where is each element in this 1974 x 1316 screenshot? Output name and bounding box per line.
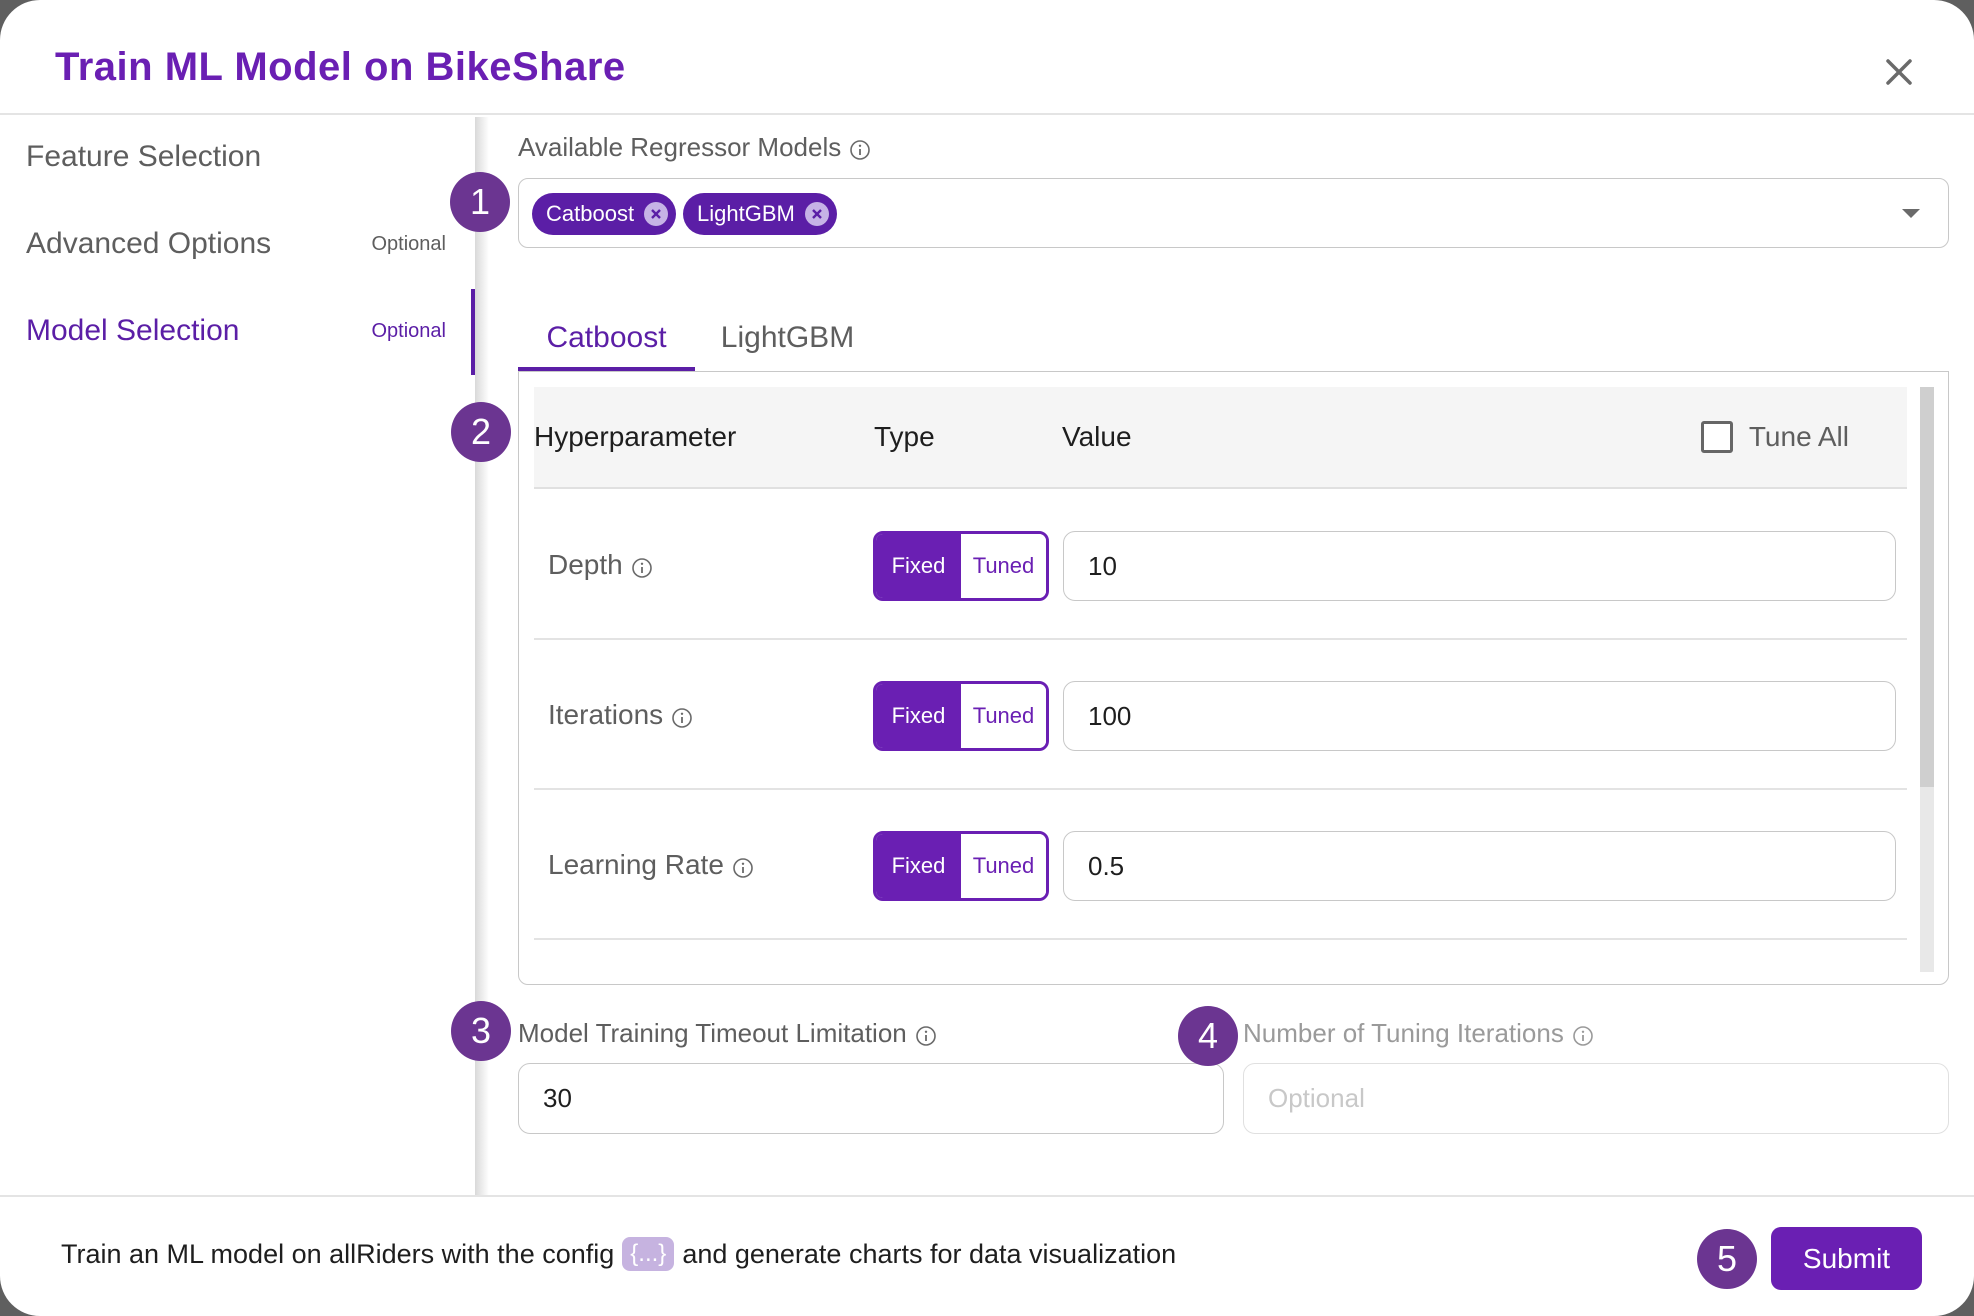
dialog-title: Train ML Model on BikeShare xyxy=(55,45,626,89)
tab-lightgbm[interactable]: LightGBM xyxy=(705,305,870,371)
tuned-option[interactable]: Tuned xyxy=(961,534,1046,598)
fixed-option[interactable]: Fixed xyxy=(876,534,961,598)
param-name: Learning Rate xyxy=(548,849,724,880)
type-toggle: Fixed Tuned xyxy=(873,681,1049,751)
regressor-models-select[interactable]: Catboost LightGBM xyxy=(518,178,1949,248)
close-button[interactable] xyxy=(1880,53,1918,91)
footer-text-after: and generate charts for data visualizati… xyxy=(682,1238,1177,1269)
caret-down-icon[interactable] xyxy=(1902,209,1920,218)
checkbox-icon[interactable] xyxy=(1700,421,1733,453)
annotation-badge-1: 1 xyxy=(450,172,510,232)
config-chip[interactable]: {...} xyxy=(622,1237,675,1271)
info-icon[interactable] xyxy=(915,1023,937,1046)
tuned-option[interactable]: Tuned xyxy=(961,684,1046,748)
model-chip-lightgbm: LightGBM xyxy=(683,193,837,235)
footer-description: Train an ML model on allRiders with the … xyxy=(61,1237,1176,1271)
optional-tag: Optional xyxy=(371,232,447,255)
header-value: Value xyxy=(1062,421,1132,452)
timeout-input[interactable]: 30 xyxy=(518,1063,1224,1134)
table-row: Learning Rate Fixed Tuned 0.5 xyxy=(534,790,1907,940)
info-icon[interactable] xyxy=(849,137,871,160)
tune-all-checkbox[interactable]: Tune All xyxy=(1700,387,1849,487)
submit-button[interactable]: Submit xyxy=(1771,1227,1922,1290)
models-label-text: Available Regressor Models xyxy=(518,132,842,162)
tuned-option[interactable]: Tuned xyxy=(961,834,1046,898)
param-label: Learning Rate xyxy=(548,790,754,940)
sidebar-item-label: Model Selection xyxy=(26,314,240,347)
tab-catboost[interactable]: Catboost xyxy=(518,305,695,371)
close-icon xyxy=(1886,59,1912,85)
depth-value-input[interactable]: 10 xyxy=(1063,531,1896,601)
sidebar-item-model-selection[interactable]: Model Selection Optional xyxy=(26,301,446,361)
sidebar-nav: Feature Selection Advanced Options Optio… xyxy=(0,117,475,1195)
type-toggle: Fixed Tuned xyxy=(873,831,1049,901)
fixed-option[interactable]: Fixed xyxy=(876,834,961,898)
iterations-value-input[interactable]: 100 xyxy=(1063,681,1896,751)
model-chip-catboost: Catboost xyxy=(532,193,677,235)
sidebar-item-label: Feature Selection xyxy=(26,140,262,173)
tuning-iterations-label: Number of Tuning Iterations xyxy=(1243,1018,1594,1049)
annotation-badge-5: 5 xyxy=(1697,1229,1757,1289)
header-type: Type xyxy=(874,421,935,452)
param-name: Iterations xyxy=(548,699,664,730)
chip-label: LightGBM xyxy=(697,201,795,226)
table-header: Hyperparameter Type Value Tune All xyxy=(534,387,1907,489)
sidebar-item-advanced-options[interactable]: Advanced Options Optional xyxy=(26,214,446,274)
chip-label: Catboost xyxy=(546,201,635,226)
dialog-footer: Train an ML model on allRiders with the … xyxy=(0,1195,1974,1316)
table-row: Depth Fixed Tuned 10 xyxy=(534,490,1907,640)
hyperparameter-panel: Hyperparameter Type Value Tune All Depth… xyxy=(518,371,1949,985)
header-hyperparameter: Hyperparameter xyxy=(534,421,737,452)
type-toggle: Fixed Tuned xyxy=(873,531,1049,601)
annotation-badge-4: 4 xyxy=(1178,1006,1238,1066)
param-name: Depth xyxy=(548,549,623,580)
footer-text-before: Train an ML model on allRiders with the … xyxy=(61,1238,615,1269)
info-icon[interactable] xyxy=(671,704,693,728)
annotation-badge-2: 2 xyxy=(451,402,511,462)
table-row: Iterations Fixed Tuned 100 xyxy=(534,640,1907,790)
annotation-badge-3: 3 xyxy=(451,1001,511,1061)
sidebar-item-feature-selection[interactable]: Feature Selection xyxy=(26,127,446,187)
timeout-label-text: Model Training Timeout Limitation xyxy=(518,1018,907,1048)
timeout-field-label: Model Training Timeout Limitation xyxy=(518,1018,937,1049)
sidebar-item-label: Advanced Options xyxy=(26,227,272,260)
scrollbar-thumb[interactable] xyxy=(1920,387,1934,787)
info-icon[interactable] xyxy=(1572,1023,1594,1046)
fixed-option[interactable]: Fixed xyxy=(876,684,961,748)
optional-tag: Optional xyxy=(371,319,447,342)
dialog-header: Train ML Model on BikeShare xyxy=(0,0,1974,115)
info-icon[interactable] xyxy=(732,854,754,878)
train-model-dialog: Train ML Model on BikeShare Feature Sele… xyxy=(0,0,1974,1316)
info-icon[interactable] xyxy=(631,554,653,578)
models-field-label: Available Regressor Models xyxy=(518,132,871,163)
tuning-iterations-input[interactable]: Optional xyxy=(1243,1063,1949,1134)
remove-chip-icon[interactable] xyxy=(804,202,829,226)
learning-rate-value-input[interactable]: 0.5 xyxy=(1063,831,1896,901)
param-label: Depth xyxy=(548,490,653,640)
param-label: Iterations xyxy=(548,640,693,790)
remove-chip-icon[interactable] xyxy=(644,202,669,226)
tuning-iterations-label-text: Number of Tuning Iterations xyxy=(1243,1018,1564,1048)
tune-all-label: Tune All xyxy=(1748,421,1849,452)
